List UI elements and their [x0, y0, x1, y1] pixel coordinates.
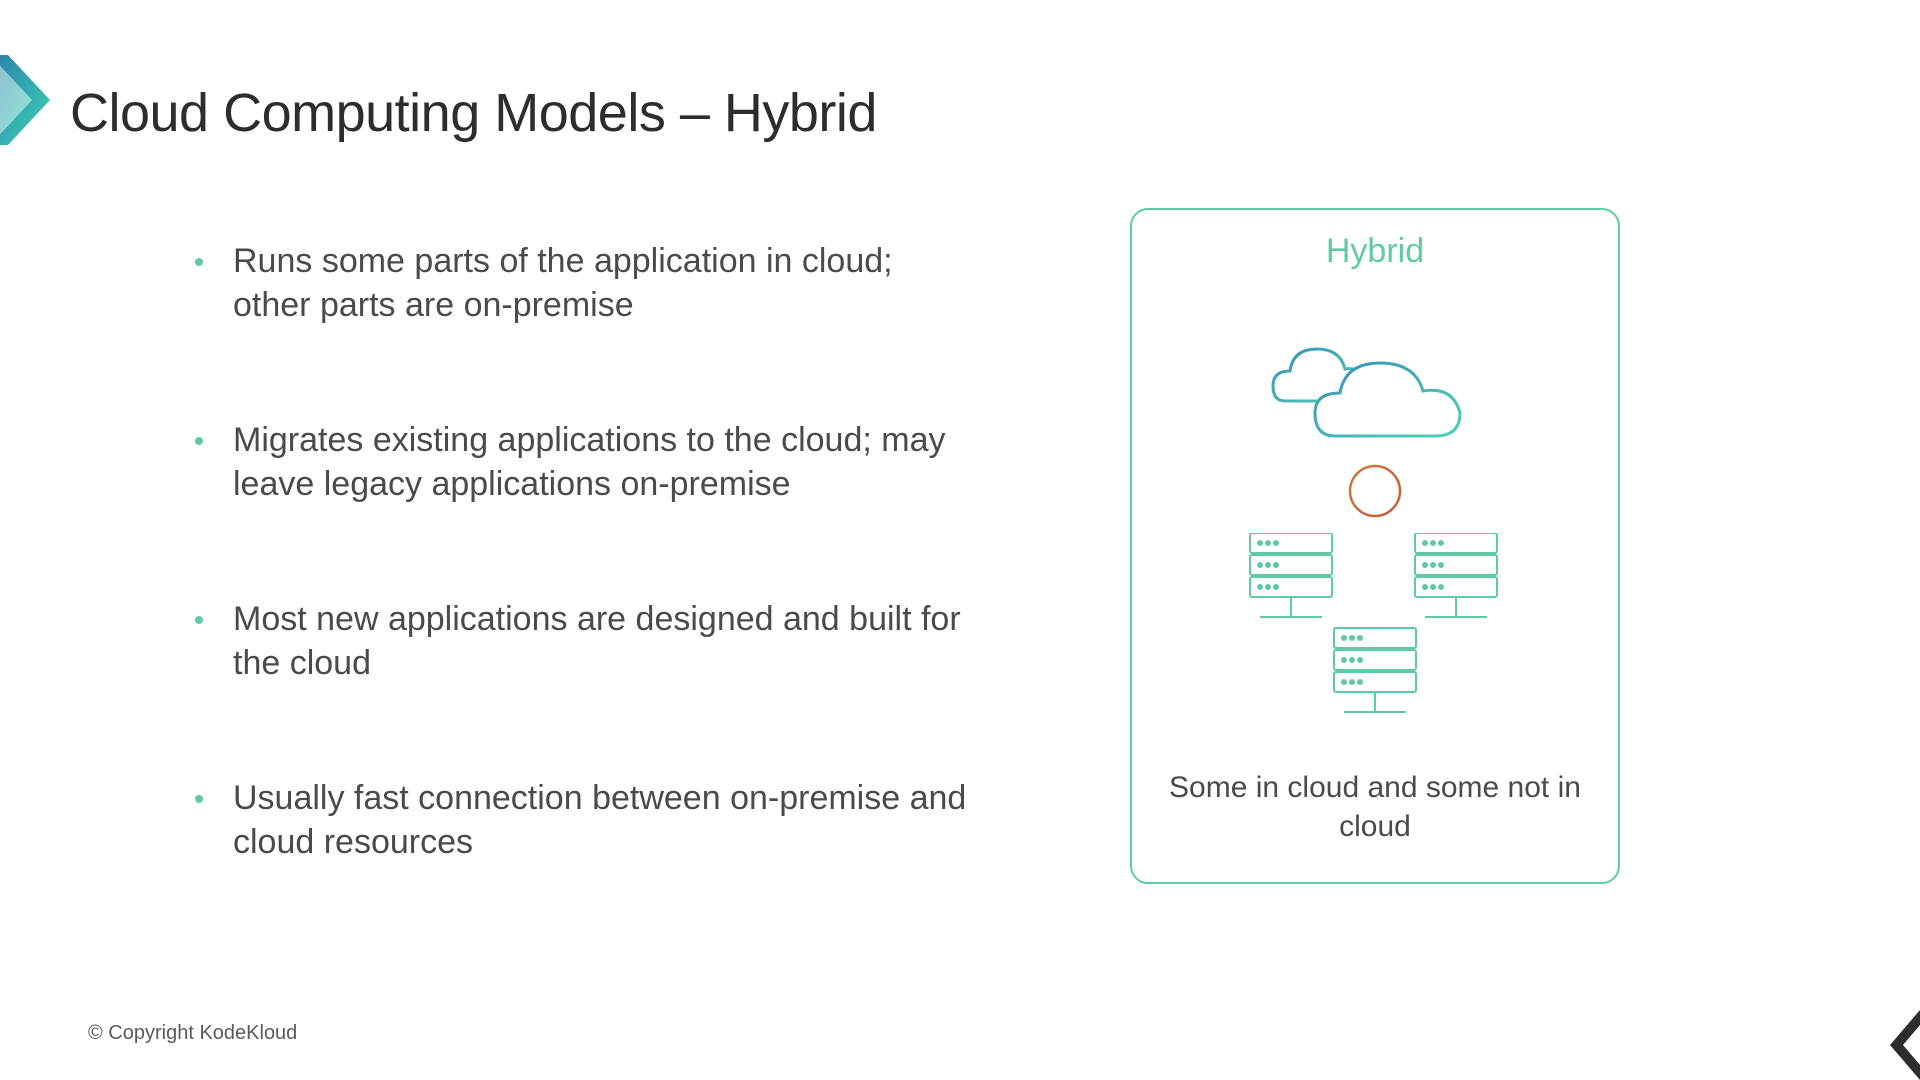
bullet-text: Most new applications are designed and b…: [233, 598, 975, 685]
bullet-dot-icon: [195, 795, 203, 803]
bullet-dot-icon: [195, 616, 203, 624]
card-caption: Some in cloud and some not in cloud: [1132, 768, 1618, 846]
bullet-text: Migrates existing applications to the cl…: [233, 419, 975, 506]
bullet-item: Migrates existing applications to the cl…: [195, 419, 975, 506]
bullet-item: Usually fast connection between on-premi…: [195, 777, 975, 864]
bullet-dot-icon: [195, 437, 203, 445]
card-title: Hybrid: [1326, 232, 1424, 271]
bullet-item: Most new applications are designed and b…: [195, 598, 975, 685]
bullet-text: Usually fast connection between on-premi…: [233, 777, 975, 864]
page-title: Cloud Computing Models – Hybrid: [70, 82, 877, 144]
bullet-item: Runs some parts of the application in cl…: [195, 240, 975, 327]
servers-icon: [1245, 533, 1505, 723]
bullet-list: Runs some parts of the application in cl…: [195, 240, 975, 956]
bullet-dot-icon: [195, 258, 203, 266]
corner-chevron-icon: [1870, 1010, 1920, 1080]
bullet-text: Runs some parts of the application in cl…: [233, 240, 975, 327]
hybrid-card: Hybrid: [1130, 208, 1620, 884]
header-chevron-icon: [0, 55, 50, 145]
plus-icon: [1347, 463, 1403, 519]
cloud-icon: [1255, 331, 1495, 451]
copyright-text: © Copyright KodeKloud: [88, 1022, 297, 1045]
